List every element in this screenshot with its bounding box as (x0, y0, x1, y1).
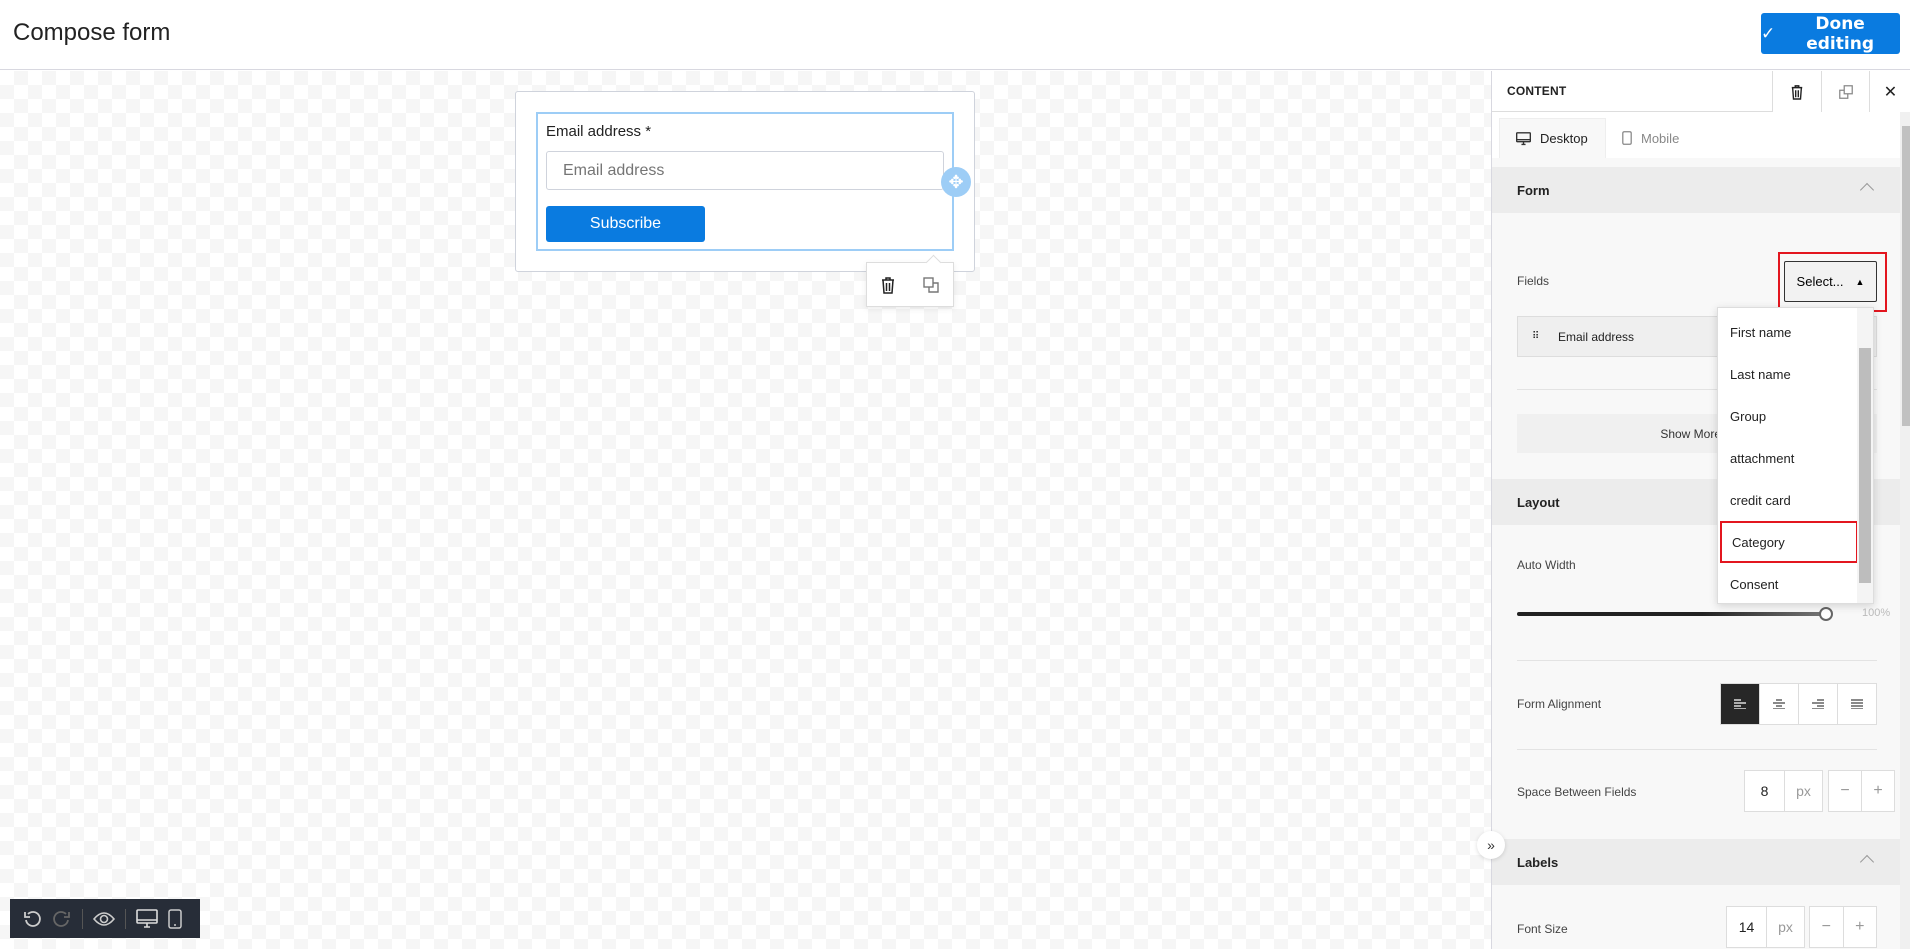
duplicate-icon[interactable] (922, 276, 940, 294)
duplicate-button[interactable] (1821, 71, 1870, 112)
dropdown-option-consent[interactable]: Consent (1718, 563, 1858, 605)
font-size-label: Font Size (1517, 922, 1568, 936)
font-size-input[interactable]: 14 px (1726, 906, 1805, 948)
device-tabs: Desktop Mobile (1492, 112, 1900, 158)
labels-section-title: Labels (1517, 854, 1559, 870)
auto-width-slider[interactable] (1517, 612, 1826, 616)
decrement-button[interactable]: − (1829, 771, 1861, 811)
form-alignment-label: Form Alignment (1517, 697, 1602, 711)
form-section-header[interactable]: Form (1492, 167, 1900, 213)
subscribe-button[interactable]: Subscribe (546, 206, 705, 242)
toolbar-divider (82, 908, 83, 929)
mobile-view-icon[interactable] (168, 908, 182, 929)
fields-dropdown-menu: First name Last name Group attachment cr… (1717, 307, 1874, 604)
chevron-up-icon (1859, 854, 1875, 870)
form-section-title: Form (1517, 182, 1550, 198)
align-right-button[interactable] (1798, 684, 1837, 724)
align-center-button[interactable] (1759, 684, 1798, 724)
font-size-stepper: − + (1809, 906, 1877, 948)
tab-desktop-label: Desktop (1540, 131, 1588, 146)
top-bar: Compose form ✓ Done editing (0, 0, 1910, 70)
form-alignment-group (1720, 683, 1877, 725)
collapse-panel-button[interactable]: » (1477, 831, 1505, 859)
dropdown-scrollbar-thumb[interactable] (1859, 348, 1871, 583)
space-between-fields-label: Space Between Fields (1517, 785, 1637, 799)
toolbar-divider (125, 908, 126, 929)
content-panel: CONTENT ✕ Desktop Mobile Form Fields Sel… (1491, 71, 1910, 949)
page-title: Compose form (13, 19, 171, 46)
fields-label: Fields (1517, 274, 1550, 288)
align-justify-icon (1851, 699, 1863, 709)
align-center-icon (1773, 699, 1785, 709)
panel-title: CONTENT (1507, 84, 1567, 98)
undo-icon[interactable] (22, 909, 42, 929)
align-right-icon (1812, 699, 1824, 709)
dropdown-option-last-name[interactable]: Last name (1718, 353, 1858, 395)
bottom-toolbar (10, 899, 200, 938)
increment-button[interactable]: + (1842, 907, 1877, 947)
tab-mobile[interactable]: Mobile (1606, 118, 1695, 158)
font-size-value: 14 (1738, 919, 1755, 935)
redo-icon[interactable] (52, 909, 72, 929)
auto-width-value: 100% (1862, 607, 1891, 619)
divider (1517, 660, 1877, 661)
double-chevron-right-icon: » (1487, 837, 1495, 853)
close-icon[interactable]: ✕ (1869, 71, 1910, 112)
increment-button[interactable]: + (1861, 771, 1894, 811)
dropdown-option-credit-card[interactable]: credit card (1718, 479, 1858, 521)
drag-handle-icon[interactable]: ⠿ (1532, 331, 1539, 342)
dropdown-option-attachment[interactable]: attachment (1718, 437, 1858, 479)
mobile-icon (1622, 131, 1632, 145)
labels-section-header[interactable]: Labels (1492, 839, 1900, 885)
space-between-stepper: − + (1828, 770, 1895, 812)
slider-handle[interactable] (1819, 607, 1833, 621)
panel-scrollbar-thumb[interactable] (1902, 126, 1910, 426)
layout-section-title: Layout (1517, 494, 1560, 510)
panel-header: CONTENT ✕ (1492, 71, 1910, 112)
done-editing-label: Done editing (1806, 13, 1874, 54)
align-left-icon (1734, 699, 1746, 709)
tab-desktop[interactable]: Desktop (1499, 118, 1606, 158)
delete-button[interactable] (1772, 71, 1821, 112)
dropdown-option-group[interactable]: Group (1718, 395, 1858, 437)
chevron-up-icon (1859, 182, 1875, 198)
tab-mobile-label: Mobile (1641, 130, 1680, 146)
email-field-label: Email address * (546, 123, 652, 140)
auto-width-label: Auto Width (1517, 558, 1576, 572)
done-editing-button[interactable]: ✓ Done editing (1761, 13, 1900, 54)
highlight-box (1778, 252, 1887, 312)
space-between-input[interactable]: 8 px (1744, 770, 1823, 812)
space-between-value: 8 (1760, 783, 1769, 799)
dropdown-option-category[interactable]: Category (1720, 521, 1858, 563)
email-input[interactable] (546, 151, 944, 190)
trash-icon[interactable] (880, 276, 896, 294)
move-handle-icon[interactable]: ✥ (941, 167, 971, 197)
unit-label: px (1784, 771, 1822, 811)
dropdown-scrollbar[interactable] (1857, 308, 1873, 603)
divider (1517, 749, 1877, 750)
dropdown-option-first-name[interactable]: First name (1718, 311, 1858, 353)
preview-eye-icon[interactable] (93, 911, 115, 927)
unit-label: px (1766, 907, 1804, 947)
align-left-button[interactable] (1721, 684, 1759, 724)
check-icon: ✓ (1761, 23, 1776, 44)
decrement-button[interactable]: − (1810, 907, 1843, 947)
desktop-icon (1516, 131, 1531, 145)
field-item-label: Email address (1558, 329, 1635, 344)
desktop-view-icon[interactable] (136, 908, 158, 929)
element-toolbar (866, 262, 954, 307)
align-justify-button[interactable] (1837, 684, 1876, 724)
